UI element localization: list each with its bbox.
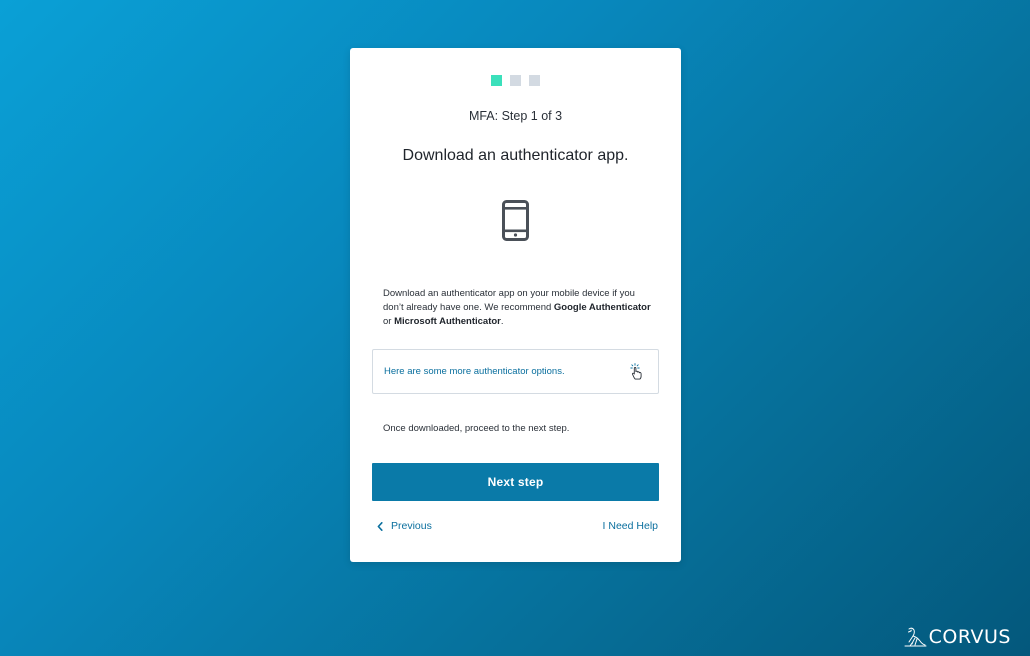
progress-step-3	[529, 75, 540, 86]
chevron-left-icon	[377, 521, 383, 531]
proceed-instruction: Once downloaded, proceed to the next ste…	[383, 423, 570, 434]
need-help-link[interactable]: I Need Help	[603, 520, 658, 532]
progress-step-2	[510, 75, 521, 86]
page-title: Download an authenticator app.	[402, 147, 629, 164]
next-step-button[interactable]: Next step	[372, 463, 659, 501]
microsoft-authenticator-name: Microsoft Authenticator	[394, 316, 501, 327]
mobile-phone-icon	[502, 200, 529, 241]
step-progress-indicator	[350, 75, 681, 86]
progress-step-1	[491, 75, 502, 86]
step-label: MFA: Step 1 of 3	[468, 109, 563, 123]
previous-link[interactable]: Previous	[377, 520, 432, 532]
instructions-text: Download an authenticator app on your mo…	[383, 287, 653, 329]
more-options-link-box[interactable]: Here are some more authenticator options…	[372, 349, 659, 394]
more-options-link[interactable]: Here are some more authenticator options…	[384, 366, 565, 377]
brand-name: CORVUS	[928, 626, 1011, 648]
instructions-part-2: or	[383, 316, 395, 327]
brand-logo: CORVUS	[903, 626, 1011, 648]
pointer-hand-icon	[630, 363, 642, 380]
crow-logo-icon	[904, 627, 927, 647]
previous-link-label[interactable]: Previous	[391, 520, 432, 532]
instructions-part-3: .	[500, 316, 504, 327]
mfa-card: MFA: Step 1 of 3 Download an authenticat…	[350, 48, 681, 562]
google-authenticator-name: Google Authenticator	[553, 302, 651, 313]
